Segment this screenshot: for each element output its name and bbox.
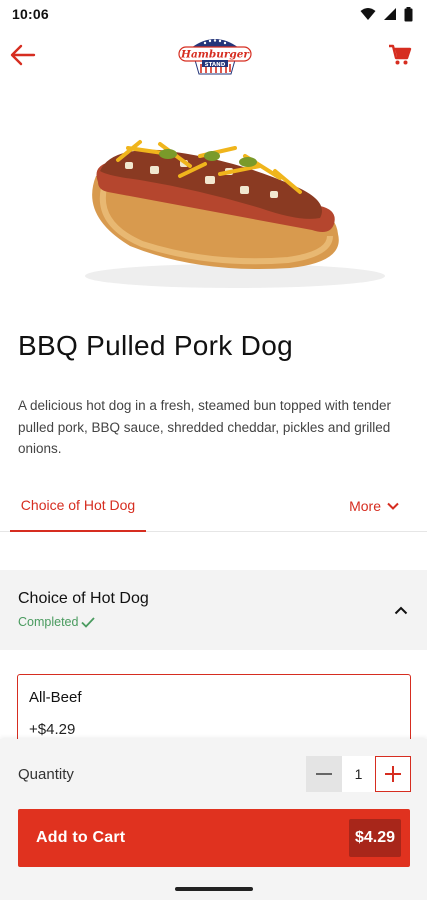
tab-label: Choice of Hot Dog (20, 497, 136, 513)
quantity-label: Quantity (18, 766, 74, 783)
more-label: More (349, 498, 381, 514)
option-price: +$4.29 (29, 721, 76, 738)
bottom-panel: Quantity 1 Add to Cart $4.29 (0, 739, 427, 900)
logo-subtext: STAND (205, 62, 226, 68)
plus-icon (385, 766, 401, 782)
back-button[interactable] (8, 40, 38, 70)
quantity-stepper: 1 (306, 756, 411, 792)
app-header: Hamburger STAND (0, 28, 427, 82)
increment-button[interactable] (375, 756, 411, 792)
shopping-cart-icon (389, 44, 412, 65)
checkmark-icon (81, 616, 96, 628)
product-image (85, 140, 385, 288)
battery-icon (404, 6, 413, 21)
product-description: A delicious hot dog in a fresh, steamed … (18, 398, 391, 456)
brand-logo[interactable]: Hamburger STAND (177, 34, 253, 76)
home-indicator[interactable] (175, 887, 253, 891)
section-status: Completed (18, 615, 96, 629)
collapse-button[interactable] (389, 598, 413, 622)
add-to-cart-price: $4.29 (348, 819, 401, 857)
decrement-button[interactable] (306, 756, 342, 792)
tab-choice-of-hot-dog[interactable]: Choice of Hot Dog (10, 480, 146, 532)
option-name: All-Beef (29, 689, 82, 706)
status-icons (360, 6, 413, 22)
add-to-cart-button[interactable]: Add to Cart $4.29 (18, 809, 410, 867)
arrow-left-icon (10, 44, 36, 66)
section-header-choice-of-hot-dog[interactable]: Choice of Hot Dog Completed (0, 570, 427, 650)
section-title: Choice of Hot Dog (18, 590, 149, 607)
chevron-down-icon (387, 502, 399, 510)
cart-button[interactable] (387, 42, 413, 68)
chevron-up-icon (394, 606, 408, 614)
option-tabs: Choice of Hot Dog More (0, 480, 427, 532)
add-to-cart-label: Add to Cart (36, 829, 126, 846)
completed-label: Completed (18, 615, 79, 629)
signal-icon (384, 8, 396, 20)
logo-text: Hamburger (180, 49, 250, 61)
status-bar: 10:06 (0, 0, 427, 28)
product-title: BBQ Pulled Pork Dog (18, 330, 293, 361)
wifi-icon (360, 8, 376, 20)
minus-icon (316, 773, 332, 775)
more-tab[interactable]: More (349, 480, 399, 532)
status-time: 10:06 (12, 6, 49, 22)
quantity-value[interactable]: 1 (342, 756, 375, 792)
